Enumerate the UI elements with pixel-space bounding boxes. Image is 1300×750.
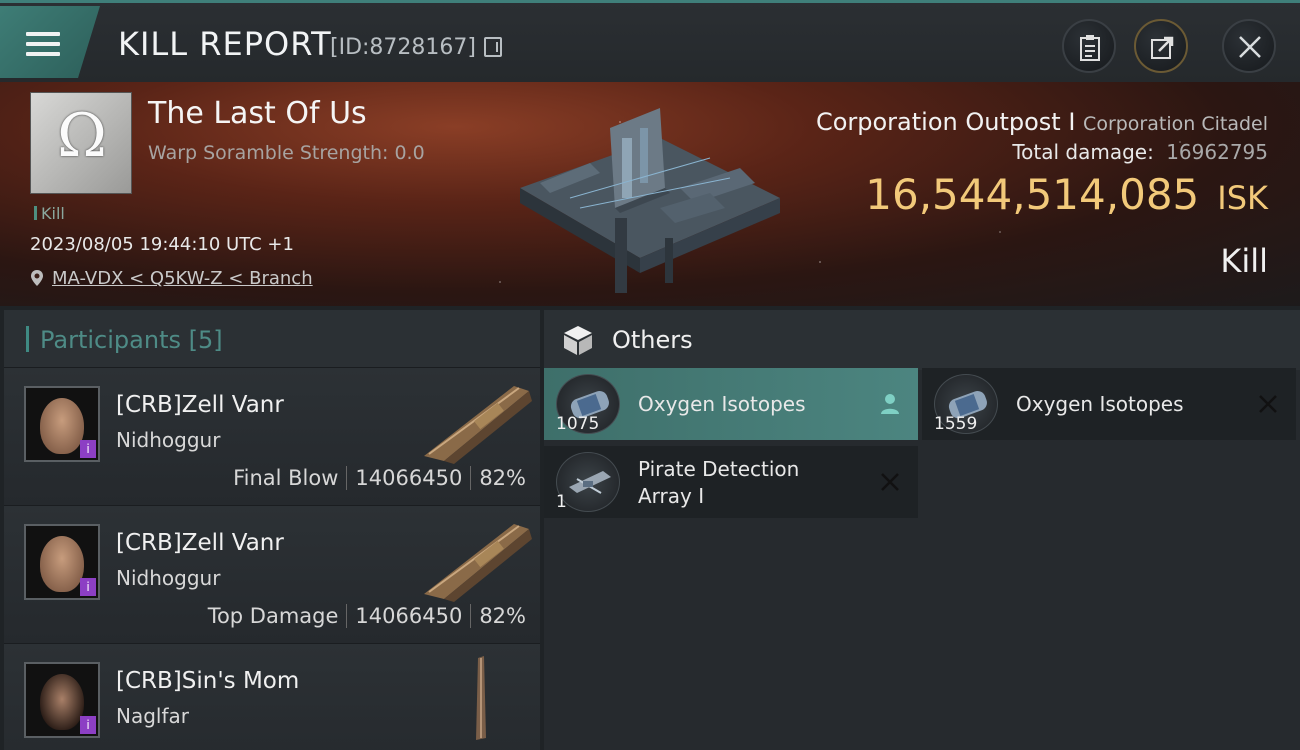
total-damage-value: 16962795 [1166, 140, 1268, 164]
pilot-damage-percent: 82% [479, 466, 526, 490]
kill-datetime: 2023/08/05 19:44:10 UTC +1 [30, 234, 294, 255]
participants-header: Participants [5] [4, 310, 540, 368]
structure-image [520, 108, 780, 293]
close-icon [1259, 395, 1277, 413]
item-name: Oxygen Isotopes [638, 392, 806, 416]
copy-icon[interactable] [484, 37, 502, 57]
pilot-damage-percent: 82% [479, 604, 526, 628]
participant-row[interactable]: i [CRB]Zell Vanr Nidhoggur Final Blow 140… [4, 368, 540, 506]
clipboard-icon [1080, 35, 1100, 61]
pilot-role: Top Damage [207, 604, 339, 628]
page-title: KILL REPORT [118, 25, 332, 63]
pilot-role: Final Blow [233, 466, 339, 490]
pilot-ship: Naglfar [116, 704, 189, 728]
pilot-name: [CRB]Zell Vanr [116, 392, 284, 418]
clipboard-button[interactable] [1062, 19, 1116, 73]
participant-row[interactable]: i [CRB]Zell Vanr Nidhoggur Top Damage 140… [4, 506, 540, 644]
participants-panel: Participants [5] i [CRB]Zell Vanr Nidhog… [4, 310, 540, 750]
cube-icon [564, 326, 592, 355]
close-icon [881, 473, 899, 491]
warp-scramble-strength: Warp Soramble Strength: 0.0 [148, 142, 425, 164]
share-button[interactable] [1134, 19, 1188, 73]
report-id: [ID:8728167] [330, 35, 476, 60]
others-title: Others [612, 326, 693, 354]
pilot-ship: Nidhoggur [116, 428, 221, 452]
menu-button[interactable] [0, 6, 100, 78]
pilot-portrait[interactable]: i [24, 662, 100, 738]
total-damage-label: Total damage: [1012, 140, 1154, 164]
location-link[interactable]: MA-VDX < Q5KW-Z < Branch [30, 268, 313, 289]
pilot-portrait[interactable]: i [24, 524, 100, 600]
item-name: Oxygen Isotopes [1016, 392, 1184, 416]
kill-summary-banner: Ω The Last Of Us Warp Soramble Strength:… [0, 82, 1300, 306]
close-button[interactable] [1222, 19, 1276, 73]
result-label: Kill [1220, 242, 1268, 280]
location-text: MA-VDX < Q5KW-Z < Branch [52, 268, 313, 289]
pilot-damage: 14066450 [355, 604, 463, 628]
participant-row[interactable]: i [CRB]Sin's Mom Naglfar [4, 644, 540, 750]
target-type: Corporation Citadel [1083, 113, 1268, 135]
target-name: Corporation Outpost I [815, 108, 1076, 136]
pilot-stats: Top Damage 14066450 82% [208, 604, 526, 628]
pilot-info-icon[interactable]: i [80, 578, 96, 596]
pilot-face [40, 536, 84, 592]
item-quantity: 1 [556, 492, 567, 512]
close-icon [1239, 36, 1261, 58]
pilot-info-icon[interactable]: i [80, 716, 96, 734]
pilot-portrait[interactable]: i [24, 386, 100, 462]
kill-tag: Kill [34, 204, 65, 223]
ship-image [424, 524, 532, 602]
person-icon [881, 394, 899, 414]
pilot-damage: 14066450 [355, 466, 463, 490]
corporation-logo[interactable]: Ω [30, 92, 132, 194]
isk-unit: ISK [1217, 179, 1268, 217]
pilot-ship: Nidhoggur [116, 566, 221, 590]
pilot-stats: Final Blow 14066450 82% [233, 466, 526, 490]
item-slot[interactable]: 1559 Oxygen Isotopes [922, 368, 1296, 440]
omega-icon: Ω [57, 101, 107, 171]
item-slot[interactable]: 1075 Oxygen Isotopes [544, 368, 918, 440]
location-pin-icon [31, 270, 43, 286]
participants-title: Participants [5] [40, 326, 223, 354]
isk-value: 16,544,514,085 ISK [865, 170, 1268, 219]
pilot-name: [CRB]Zell Vanr [116, 530, 284, 556]
item-name: Pirate Detection Array I [638, 457, 800, 508]
pilot-face [40, 674, 84, 730]
item-quantity: 1559 [934, 414, 978, 434]
hamburger-icon [26, 32, 60, 58]
item-slot[interactable]: 1 Pirate Detection Array I [544, 446, 918, 518]
pilot-name: [CRB]Sin's Mom [116, 668, 300, 694]
ship-image [424, 386, 532, 464]
others-panel: Others 1075 Oxygen Isotopes 1559 Oxygen … [544, 310, 1300, 750]
top-bar: KILL REPORT [ID:8728167] [0, 0, 1300, 82]
isk-amount: 16,544,514,085 [865, 170, 1200, 219]
others-header: Others [544, 310, 1300, 370]
pilot-face [40, 398, 84, 454]
target-structure: Corporation Outpost I Corporation Citade… [816, 108, 1268, 136]
ship-image [476, 656, 486, 740]
victim-name[interactable]: The Last Of Us [148, 96, 367, 131]
share-icon [1151, 36, 1174, 59]
pilot-info-icon[interactable]: i [80, 440, 96, 458]
item-quantity: 1075 [556, 414, 600, 434]
total-damage: Total damage: 16962795 [1012, 140, 1268, 164]
